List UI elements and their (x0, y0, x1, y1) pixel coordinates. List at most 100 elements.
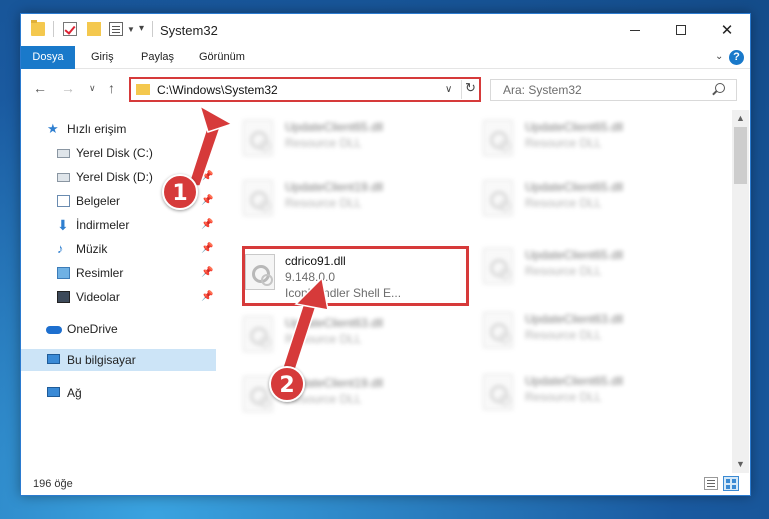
file-item[interactable]: UpdateClient19.dll Resource DLL (225, 174, 455, 230)
dll-file-icon (243, 120, 273, 156)
sidebar-item-label: Hızlı erişim (67, 122, 127, 136)
file-item[interactable]: UpdateClient65.dll Resource DLL (225, 114, 455, 170)
sidebar-item-label: Yerel Disk (D:) (76, 170, 153, 184)
pin-icon[interactable]: 📌 (201, 214, 213, 236)
sidebar-item-downloads[interactable]: ⬇ İndirmeler 📌 (21, 214, 216, 236)
explorer-window: ▼ ▾ System32 ✕ Dosya Giriş Paylaş Görünü… (20, 13, 751, 496)
ribbon-tabs: Dosya Giriş Paylaş Görünüm ⌄ ? (21, 46, 750, 69)
file-description: Resource DLL (285, 136, 362, 150)
dll-file-icon (483, 180, 513, 216)
pictures-icon (57, 267, 70, 279)
file-item-highlighted[interactable]: cdrico91.dll 9.148.0.0 IconHandler Shell… (242, 246, 475, 306)
step-marker-1: 1 (162, 174, 198, 210)
address-dropdown-icon[interactable]: ∨ (445, 84, 452, 95)
sidebar-item-onedrive[interactable]: OneDrive (21, 318, 216, 340)
file-description: Resource DLL (525, 390, 602, 404)
refresh-icon[interactable]: ↻ (461, 80, 479, 99)
help-icon[interactable]: ? (729, 50, 744, 65)
sidebar-item-label: Ağ (67, 386, 82, 400)
computer-icon (47, 354, 60, 364)
expand-ribbon-icon[interactable]: ⌄ (715, 51, 723, 62)
recent-locations-icon[interactable]: ∨ (89, 83, 96, 94)
address-path[interactable]: C:\Windows\System32 (157, 83, 278, 97)
file-description: Resource DLL (525, 264, 602, 278)
file-list: UpdateClient65.dll Resource DLL UpdateCl… (217, 110, 732, 473)
maximize-button[interactable] (658, 14, 704, 46)
status-bar: 196 öğe (21, 473, 750, 495)
sidebar-item-quick-access[interactable]: ★ Hızlı erişim (21, 118, 216, 140)
pin-icon[interactable]: 📌 (201, 142, 213, 164)
tab-share[interactable]: Paylaş (131, 46, 184, 69)
search-box[interactable] (490, 79, 737, 101)
address-bar[interactable]: C:\Windows\System32 ∨ ↻ (129, 77, 481, 102)
folder-icon (136, 84, 150, 95)
download-icon: ⬇ (57, 217, 69, 233)
up-arrow-icon[interactable]: ↑ (108, 80, 115, 96)
file-item[interactable]: UpdateClient65.dll Resource DLL (465, 114, 695, 170)
tab-home[interactable]: Giriş (81, 46, 124, 69)
scroll-down-icon[interactable]: ▼ (732, 456, 749, 473)
file-item[interactable]: UpdateClient63.dll Resource DLL (225, 310, 455, 366)
close-icon: ✕ (720, 22, 734, 39)
sidebar-item-label: Belgeler (76, 194, 121, 208)
file-item[interactable]: UpdateClient65.dll Resource DLL (465, 368, 695, 424)
network-icon (47, 387, 60, 397)
title-bar: ▼ ▾ System32 ✕ (21, 14, 750, 46)
sidebar-item-this-pc[interactable]: Bu bilgisayar (21, 349, 216, 371)
file-item[interactable]: UpdateClient19.dll Resource DLL (225, 370, 455, 426)
vertical-scrollbar[interactable]: ▲ ▼ (732, 110, 749, 473)
tab-file[interactable]: Dosya (21, 46, 75, 69)
music-icon: ♪ (57, 241, 64, 256)
pin-icon[interactable]: 📌 (201, 166, 213, 188)
tab-view[interactable]: Görünüm (189, 46, 255, 69)
file-version: 9.148.0.0 (285, 270, 336, 284)
star-icon: ★ (47, 121, 59, 136)
pin-icon[interactable]: 📌 (201, 190, 213, 212)
minimize-button[interactable] (612, 14, 658, 46)
sidebar-item-label: Resimler (76, 266, 124, 280)
dll-file-icon (483, 374, 513, 410)
scroll-up-icon[interactable]: ▲ (732, 110, 749, 127)
customize-toolbar-icon[interactable]: ▾ (139, 23, 144, 34)
sidebar-item-network[interactable]: Ağ (21, 382, 216, 404)
item-count: 196 öğe (33, 478, 73, 490)
dll-file-icon (483, 312, 513, 348)
file-item[interactable]: UpdateClient63.dll Resource DLL (465, 306, 695, 362)
sidebar-item-local-disk-c[interactable]: Yerel Disk (C:) 📌 (21, 142, 216, 164)
search-icon[interactable] (715, 83, 725, 93)
sidebar-item-label: İndirmeler (76, 218, 130, 232)
sidebar-item-music[interactable]: ♪ Müzik 📌 (21, 238, 216, 260)
folder-icon (31, 20, 45, 36)
search-input[interactable] (491, 80, 711, 100)
pin-icon[interactable]: 📌 (201, 262, 213, 284)
forward-arrow-icon[interactable]: → (61, 80, 75, 96)
file-description: IconHandler Shell E... (285, 286, 402, 300)
file-description: Resource DLL (525, 196, 602, 210)
close-button[interactable]: ✕ (704, 14, 750, 46)
sidebar-item-pictures[interactable]: Resimler 📌 (21, 262, 216, 284)
chevron-down-icon[interactable]: ▼ (127, 25, 135, 34)
scroll-thumb[interactable] (734, 127, 747, 184)
minimize-icon (630, 29, 640, 31)
back-arrow-icon[interactable]: ← (33, 80, 47, 96)
step-marker-2: 2 (269, 366, 305, 402)
file-name: cdrico91.dll (285, 254, 346, 268)
sidebar-item-videos[interactable]: Videolar 📌 (21, 286, 216, 308)
file-name: UpdateClient19.dll (285, 180, 384, 194)
dll-file-icon (243, 180, 273, 216)
file-description: Resource DLL (285, 332, 362, 346)
pin-icon[interactable]: 📌 (201, 286, 213, 308)
pin-icon[interactable]: 📌 (201, 238, 213, 260)
file-item[interactable]: UpdateClient65.dll Resource DLL (465, 242, 695, 298)
new-folder-icon[interactable] (87, 22, 101, 36)
properties-icon[interactable] (109, 22, 123, 36)
tiles-view-icon[interactable] (723, 476, 739, 491)
properties-check-icon[interactable] (63, 22, 77, 36)
drive-icon (57, 173, 70, 182)
documents-icon (57, 195, 70, 207)
details-view-icon[interactable] (704, 477, 718, 490)
file-name: UpdateClient65.dll (525, 120, 624, 134)
file-name: UpdateClient65.dll (525, 180, 624, 194)
file-item[interactable]: UpdateClient65.dll Resource DLL (465, 174, 695, 230)
sidebar-item-label: Müzik (76, 242, 108, 256)
